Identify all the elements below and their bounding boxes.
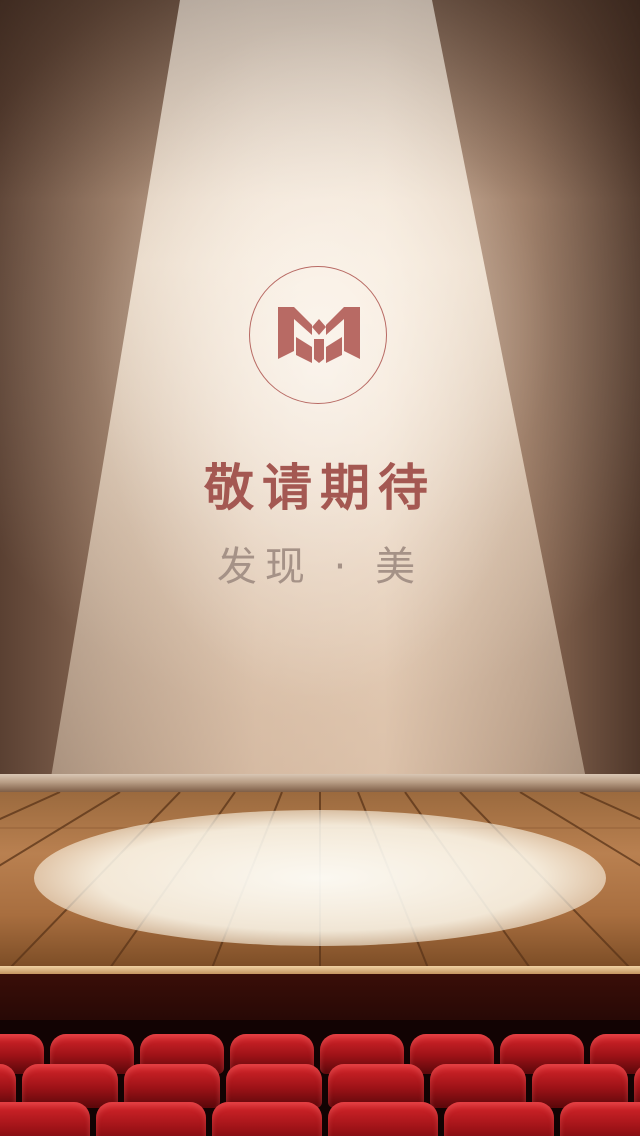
m-logo-glyph xyxy=(278,307,360,363)
seat xyxy=(0,1102,90,1136)
seat xyxy=(212,1102,322,1136)
coming-soon-title: 敬请期待 xyxy=(204,459,436,517)
stage-edge xyxy=(0,966,640,974)
discover-beauty-subtitle: 发现 · 美 xyxy=(216,544,424,590)
seat xyxy=(96,1102,206,1136)
seat xyxy=(444,1102,554,1136)
seat xyxy=(560,1102,640,1136)
stage-baseboard xyxy=(0,774,640,792)
splash-screen: 敬请期待 发现 · 美 xyxy=(0,0,640,1136)
seat xyxy=(328,1102,438,1136)
audience-seats xyxy=(0,1020,640,1136)
m-logo-icon xyxy=(249,266,387,404)
stage-floor xyxy=(0,792,640,968)
seat-row xyxy=(0,1102,640,1136)
spotlight-floor-circle xyxy=(34,810,606,946)
